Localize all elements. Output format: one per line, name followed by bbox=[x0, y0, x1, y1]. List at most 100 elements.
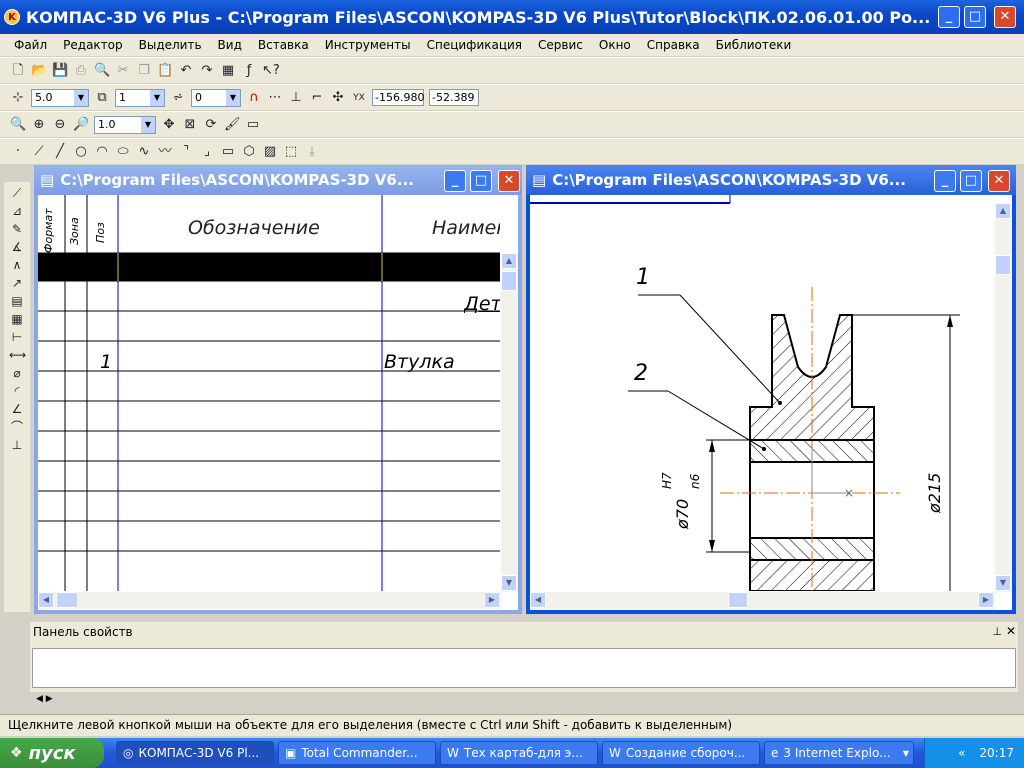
copy-icon[interactable]: ❐ bbox=[136, 63, 152, 79]
ortho-icon[interactable]: ⌐ bbox=[309, 90, 325, 106]
circle-icon[interactable]: ○ bbox=[73, 144, 89, 160]
redo-icon[interactable]: ↷ bbox=[199, 63, 215, 79]
minimize-button[interactable]: _ bbox=[938, 6, 960, 28]
fillet-icon[interactable]: ⌟ bbox=[199, 144, 215, 160]
task-total-commander[interactable]: ▣ Total Commander... bbox=[278, 741, 436, 765]
drawing-horizontal-scrollbar[interactable]: ◀ ▶ bbox=[530, 592, 995, 609]
step-combo[interactable]: 5.0 ▼ bbox=[31, 88, 89, 107]
zoom-all-icon[interactable]: ⊠ bbox=[182, 117, 198, 133]
drawing-vertical-scrollbar[interactable]: ▲ ▼ bbox=[995, 203, 1012, 592]
zoom-window-icon[interactable]: 🔍 bbox=[10, 117, 26, 133]
close-button[interactable]: ✕ bbox=[994, 6, 1016, 28]
maximize-button[interactable]: □ bbox=[964, 6, 986, 28]
scroll-down-icon[interactable]: ▼ bbox=[995, 575, 1011, 591]
scroll-right-icon[interactable]: ▶ bbox=[978, 592, 994, 608]
task-word-doc-1[interactable]: W Тех картаб-для э... bbox=[440, 741, 598, 765]
drawing-maximize-button[interactable]: □ bbox=[960, 170, 982, 192]
chevron-down-icon[interactable]: ▼ bbox=[150, 89, 164, 106]
select-mode-icon[interactable]: ↗ bbox=[9, 276, 25, 290]
task-word-doc-2[interactable]: W Создание сбороч... bbox=[602, 741, 760, 765]
zoom-in-icon[interactable]: ⊕ bbox=[31, 117, 47, 133]
zoom-out-icon[interactable]: ⊖ bbox=[52, 117, 68, 133]
pan-icon[interactable]: ✥ bbox=[161, 117, 177, 133]
menu-edit[interactable]: Редактор bbox=[63, 38, 122, 52]
task-kompas[interactable]: ◎ КОМПАС-3D V6 Pl... bbox=[116, 741, 274, 765]
scroll-thumb[interactable] bbox=[995, 255, 1011, 275]
params-mode-icon[interactable]: ∡ bbox=[9, 240, 25, 254]
spline-icon[interactable]: 〰 bbox=[157, 144, 173, 160]
geometry-mode-icon[interactable]: ⟋ bbox=[9, 186, 25, 200]
menu-specification[interactable]: Спецификация bbox=[427, 38, 522, 52]
scroll-left-icon[interactable]: ◀ bbox=[530, 592, 546, 608]
line-icon[interactable]: ⟋ bbox=[31, 144, 47, 160]
menu-view[interactable]: Вид bbox=[218, 38, 242, 52]
zoom-combo[interactable]: 1.0 ▼ bbox=[94, 115, 156, 134]
menu-service[interactable]: Сервис bbox=[538, 38, 583, 52]
scroll-thumb[interactable] bbox=[728, 592, 748, 608]
snap-icon[interactable]: ∩ bbox=[246, 90, 262, 106]
menu-help[interactable]: Справка bbox=[647, 38, 700, 52]
insert-icon[interactable]: ⤓ bbox=[304, 144, 320, 160]
point-icon[interactable]: · bbox=[10, 144, 26, 160]
spec-close-button[interactable]: ✕ bbox=[498, 170, 520, 192]
y-coordinate-field[interactable]: -52.389 bbox=[429, 89, 479, 106]
help-pointer-icon[interactable]: ↖? bbox=[262, 63, 280, 79]
spec-maximize-button[interactable]: □ bbox=[470, 170, 492, 192]
edit-mode-icon[interactable]: ✎ bbox=[9, 222, 25, 236]
polyline-icon[interactable]: ∿ bbox=[136, 144, 152, 160]
menu-select[interactable]: Выделить bbox=[139, 38, 202, 52]
measure-mode-icon[interactable]: ∧ bbox=[9, 258, 25, 272]
chevron-down-icon[interactable]: ▼ bbox=[74, 89, 88, 106]
angle-dim-icon[interactable]: ∠ bbox=[9, 402, 25, 416]
segment-icon[interactable]: ╱ bbox=[52, 144, 68, 160]
hatch-icon[interactable]: ▨ bbox=[262, 144, 278, 160]
new-document-icon[interactable]: 🗋 bbox=[10, 63, 26, 79]
radius-dim-icon[interactable]: ◜ bbox=[9, 384, 25, 398]
linear-dim-icon[interactable]: ⊢ bbox=[9, 330, 25, 344]
spec-vertical-scrollbar[interactable]: ▲ ▼ bbox=[501, 253, 518, 592]
refresh-icon[interactable]: ⟳ bbox=[203, 117, 219, 133]
menu-tools[interactable]: Инструменты bbox=[325, 38, 411, 52]
print-preview-icon[interactable]: 🔍 bbox=[94, 63, 110, 79]
menu-insert[interactable]: Вставка bbox=[258, 38, 309, 52]
brush-icon[interactable]: 🖌 bbox=[224, 117, 241, 133]
style-combo[interactable]: 0 ▼ bbox=[191, 88, 241, 107]
diameter-dim-icon[interactable]: ⌀ bbox=[9, 366, 25, 380]
dimensions-mode-icon[interactable]: ⊿ bbox=[9, 204, 25, 218]
arc-dim-icon[interactable]: ⌒ bbox=[9, 420, 25, 434]
layer-combo[interactable]: 1 ▼ bbox=[115, 88, 165, 107]
x-coordinate-field[interactable]: -156.980 bbox=[372, 89, 424, 106]
menu-window[interactable]: Окно bbox=[599, 38, 631, 52]
ellipse-icon[interactable]: ⬭ bbox=[115, 144, 131, 160]
drawing-close-button[interactable]: ✕ bbox=[988, 170, 1010, 192]
arc-icon[interactable]: ◠ bbox=[94, 144, 110, 160]
spec-mode-icon[interactable]: ▤ bbox=[9, 294, 25, 308]
chevron-down-icon[interactable]: ▼ bbox=[226, 89, 240, 106]
rectangle-icon[interactable]: ▭ bbox=[220, 144, 236, 160]
manager-icon[interactable]: ▦ bbox=[220, 63, 236, 79]
scroll-left-icon[interactable]: ◀ ▶ bbox=[36, 694, 53, 704]
horizontal-dim-icon[interactable]: ⟷ bbox=[9, 348, 26, 362]
spec-minimize-button[interactable]: _ bbox=[444, 170, 466, 192]
chamfer-icon[interactable]: ⌝ bbox=[178, 144, 194, 160]
chevron-down-icon[interactable]: ▼ bbox=[141, 116, 155, 133]
break-dim-icon[interactable]: ⊥ bbox=[9, 438, 25, 452]
save-icon[interactable]: 💾 bbox=[52, 63, 68, 79]
scroll-left-icon[interactable]: ◀ bbox=[38, 592, 54, 608]
panel-close-icon[interactable]: ✕ bbox=[1006, 624, 1016, 638]
polygon-icon[interactable]: ⬡ bbox=[241, 144, 257, 160]
drawing-minimize-button[interactable]: _ bbox=[934, 170, 956, 192]
cut-icon[interactable]: ✂ bbox=[115, 63, 131, 79]
variables-icon[interactable]: ƒ bbox=[241, 63, 257, 79]
scroll-up-icon[interactable]: ▲ bbox=[995, 203, 1011, 219]
open-icon[interactable]: 📂 bbox=[31, 63, 47, 79]
zoom-scale-icon[interactable]: 🔎 bbox=[73, 117, 89, 133]
scroll-right-icon[interactable]: ▶ bbox=[484, 592, 500, 608]
menu-file[interactable]: Файл bbox=[14, 38, 47, 52]
scroll-thumb[interactable] bbox=[56, 592, 78, 608]
round-icon[interactable]: ✣ bbox=[330, 90, 346, 106]
paste-icon[interactable]: 📋 bbox=[157, 63, 173, 79]
scroll-thumb[interactable] bbox=[501, 271, 517, 291]
menu-libraries[interactable]: Библиотеки bbox=[716, 38, 792, 52]
spec-table[interactable] bbox=[38, 195, 518, 591]
